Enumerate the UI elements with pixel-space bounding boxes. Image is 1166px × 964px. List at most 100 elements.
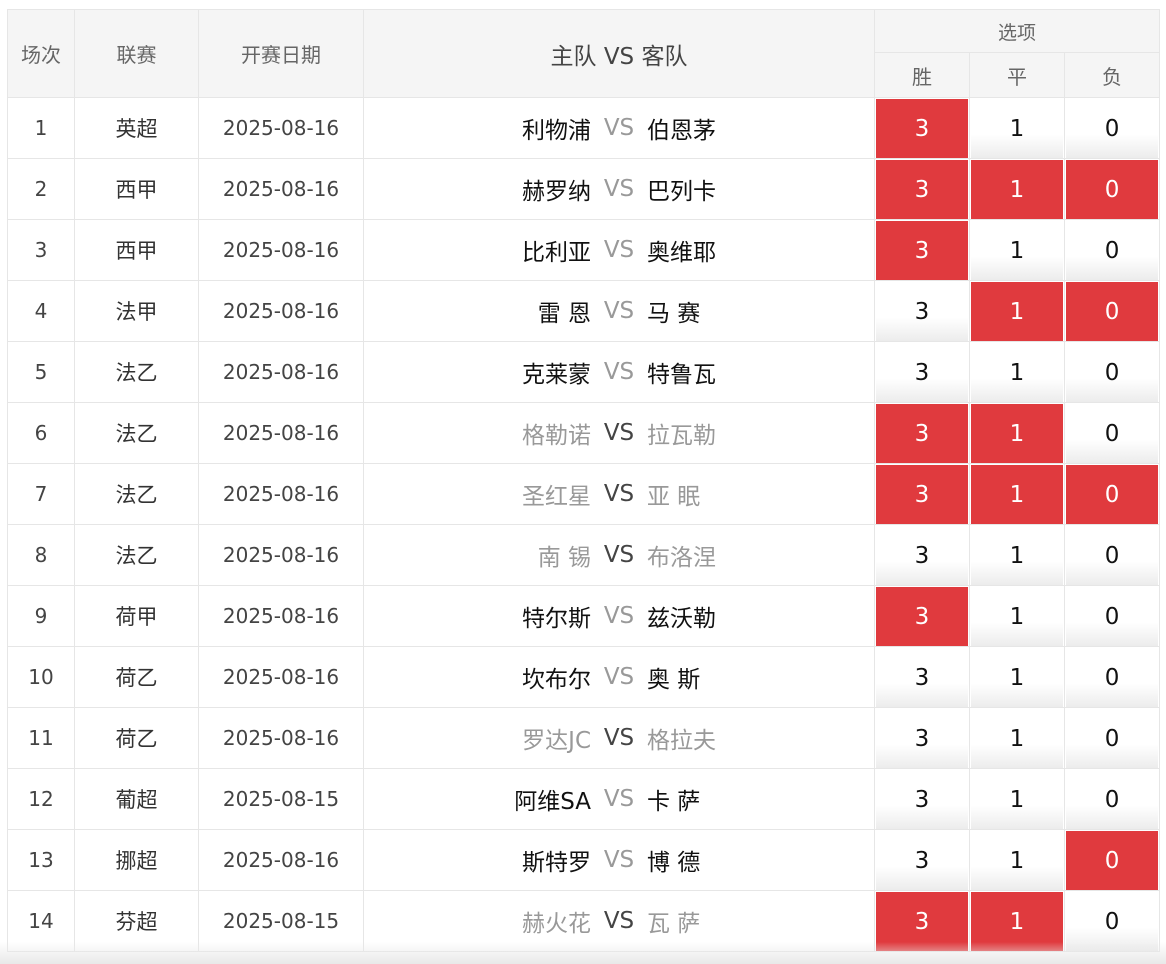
match-teams: 雷 恩 VS 马 赛 — [363, 280, 875, 342]
teams-line: 罗达JC VS 格拉夫 — [364, 721, 874, 755]
option-win-button[interactable]: 3 — [876, 709, 968, 768]
match-date: 2025-08-16 — [198, 524, 364, 586]
match-date: 2025-08-16 — [198, 646, 364, 708]
teams-line: 特尔斯 VS 兹沃勒 — [364, 599, 874, 633]
option-lose-button[interactable]: 0 — [1066, 404, 1159, 463]
vs-label: VS — [603, 786, 635, 812]
option-draw-button[interactable]: 1 — [971, 526, 1063, 585]
option-lose-button[interactable]: 0 — [1066, 526, 1159, 585]
option-lose-button[interactable]: 0 — [1066, 831, 1159, 890]
home-team: 格勒诺 — [522, 423, 591, 449]
vs-label: VS — [603, 420, 635, 446]
vs-label: VS — [603, 115, 635, 141]
match-index: 11 — [7, 707, 75, 769]
away-team: 拉瓦勒 — [647, 423, 716, 449]
vs-label: VS — [603, 664, 635, 690]
header-options: 选项 — [873, 9, 1161, 53]
match-teams: 利物浦 VS 伯恩茅 — [363, 97, 875, 159]
header-draw: 平 — [969, 52, 1065, 98]
row-spacer — [1159, 829, 1166, 891]
option-draw-button[interactable]: 1 — [971, 404, 1063, 463]
option-lose-button[interactable]: 0 — [1066, 770, 1159, 829]
vs-label: VS — [603, 725, 635, 751]
home-team: 罗达JC — [522, 728, 591, 754]
vs-label: VS — [603, 481, 635, 507]
match-index: 2 — [7, 158, 75, 220]
vs-label: VS — [603, 237, 635, 263]
row-spacer — [1159, 463, 1166, 525]
option-draw-button[interactable]: 1 — [971, 282, 1063, 341]
vs-label: VS — [603, 908, 635, 934]
option-lose-button[interactable]: 0 — [1066, 160, 1159, 219]
league-name: 西甲 — [74, 219, 199, 281]
header-match: 主队 VS 客队 — [363, 9, 875, 98]
option-win-button[interactable]: 3 — [876, 770, 968, 829]
match-index: 3 — [7, 219, 75, 281]
match-index: 12 — [7, 768, 75, 830]
away-team: 兹沃勒 — [647, 606, 716, 632]
match-date: 2025-08-16 — [198, 402, 364, 464]
option-lose-button[interactable]: 0 — [1066, 587, 1159, 646]
option-lose-button[interactable]: 0 — [1066, 648, 1159, 707]
header-index: 场次 — [7, 9, 75, 98]
home-team: 特尔斯 — [522, 606, 591, 632]
away-team: 布洛涅 — [647, 545, 716, 571]
table-row: 12 葡超 2025-08-15 阿维SA VS 卡 萨 310 — [7, 768, 1166, 830]
option-draw-button[interactable]: 1 — [971, 99, 1063, 158]
match-teams: 罗达JC VS 格拉夫 — [363, 707, 875, 769]
home-team: 坎布尔 — [522, 667, 591, 693]
option-lose-button[interactable]: 0 — [1066, 282, 1159, 341]
option-draw-button[interactable]: 1 — [971, 770, 1063, 829]
option-draw-button[interactable]: 1 — [971, 587, 1063, 646]
option-lose-button[interactable]: 0 — [1066, 465, 1159, 524]
option-win-button[interactable]: 3 — [876, 404, 968, 463]
league-name: 英超 — [74, 97, 199, 159]
row-spacer — [1159, 646, 1166, 708]
away-team: 瓦 萨 — [647, 911, 701, 937]
home-team: 赫火花 — [522, 911, 591, 937]
match-date: 2025-08-16 — [198, 585, 364, 647]
option-win-button[interactable]: 3 — [876, 831, 968, 890]
option-lose-button[interactable]: 0 — [1066, 99, 1159, 158]
match-teams: 南 锡 VS 布洛涅 — [363, 524, 875, 586]
away-team: 博 德 — [647, 850, 701, 876]
option-lose-button[interactable]: 0 — [1066, 709, 1159, 768]
home-team: 比利亚 — [522, 240, 591, 266]
table-row: 1 英超 2025-08-16 利物浦 VS 伯恩茅 3 1 0 — [7, 97, 1166, 159]
home-team: 利物浦 — [522, 118, 591, 144]
option-draw-button[interactable]: 1 — [971, 648, 1063, 707]
match-teams: 赫罗纳 VS 巴列卡 — [363, 158, 875, 220]
teams-line: 圣红星 VS 亚 眠 — [364, 477, 874, 511]
match-index: 6 — [7, 402, 75, 464]
option-win-button[interactable]: 3 — [876, 587, 968, 646]
table-row: 9 荷甲 2025-08-16 特尔斯 VS 兹沃勒 3 1 0 — [7, 585, 1166, 647]
match-index: 1 — [7, 97, 75, 159]
away-team: 奥 斯 — [647, 667, 701, 693]
option-draw-button[interactable]: 1 — [971, 221, 1063, 280]
option-win-button[interactable]: 3 — [876, 648, 968, 707]
home-team: 斯特罗 — [522, 850, 591, 876]
option-win-button[interactable]: 3 — [876, 160, 968, 219]
header-league: 联赛 — [74, 9, 199, 98]
home-team: 赫罗纳 — [522, 179, 591, 205]
option-draw-button[interactable]: 1 — [971, 831, 1063, 890]
option-draw-button[interactable]: 1 — [971, 160, 1063, 219]
match-date: 2025-08-15 — [198, 768, 364, 830]
option-draw-button[interactable]: 1 — [971, 709, 1063, 768]
league-name: 法甲 — [74, 280, 199, 342]
table-row: 7 法乙 2025-08-16 圣红星 VS 亚 眠 310 — [7, 463, 1166, 525]
option-draw-button[interactable]: 1 — [971, 465, 1063, 524]
option-win-button[interactable]: 3 — [876, 465, 968, 524]
match-index: 7 — [7, 463, 75, 525]
option-lose-button[interactable]: 0 — [1066, 221, 1159, 280]
option-win-button[interactable]: 3 — [876, 99, 968, 158]
match-date: 2025-08-16 — [198, 463, 364, 525]
option-win-button[interactable]: 3 — [876, 221, 968, 280]
option-win-button[interactable]: 3 — [876, 282, 968, 341]
match-table-container: 场次 联赛 开赛日期 主队 VS 客队 选项 胜 平 负 1 英超 2025-08-… — [7, 9, 1166, 959]
league-name: 葡超 — [74, 768, 199, 830]
option-lose-button[interactable]: 0 — [1066, 343, 1159, 402]
option-win-button[interactable]: 3 — [876, 526, 968, 585]
option-draw-button[interactable]: 1 — [971, 343, 1063, 402]
option-win-button[interactable]: 3 — [876, 343, 968, 402]
